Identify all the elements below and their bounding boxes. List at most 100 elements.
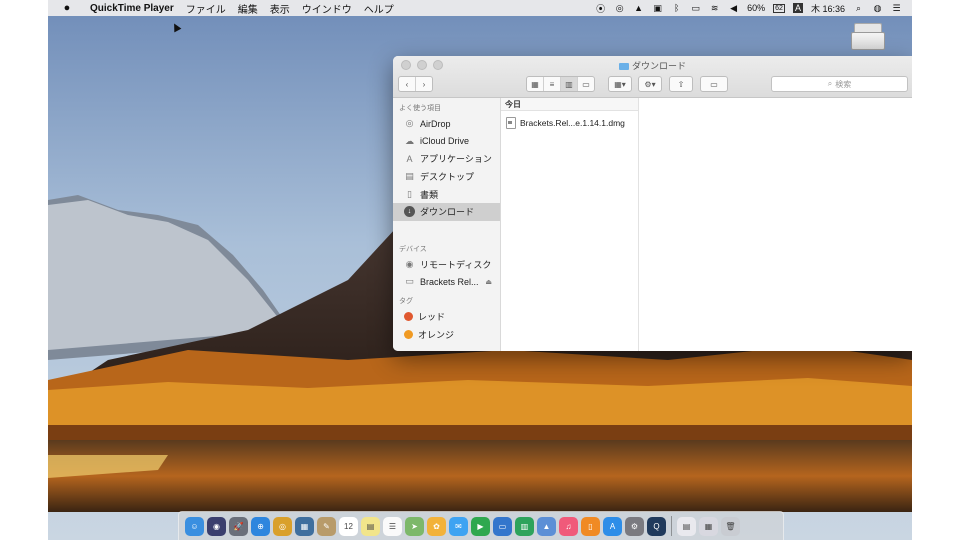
disc-icon: ◉ bbox=[405, 258, 414, 269]
cloud-icon: ☁ bbox=[405, 135, 414, 146]
finder-icon[interactable]: ☺ bbox=[185, 516, 204, 536]
folder-icon bbox=[618, 63, 629, 71]
user-icon[interactable]: ◍ bbox=[872, 3, 883, 14]
reminders-icon[interactable]: ☰ bbox=[383, 516, 402, 536]
list-view-button[interactable]: ≡ bbox=[544, 77, 561, 91]
finder-titlebar: ダウンロード ‹ › ▦ ≡ ▥ ▭ ▦▾ ⚙▾ ⇧ ▭ ⌕ 検索 bbox=[393, 56, 912, 98]
sidebar-item-label: リモートディスク bbox=[420, 259, 492, 270]
trash-icon[interactable]: 🗑 bbox=[721, 516, 740, 536]
sidebar-item-documents[interactable]: ▯ 書類 bbox=[393, 185, 500, 203]
safari-icon[interactable]: ⊕ bbox=[251, 516, 270, 536]
siri-icon[interactable]: ◉ bbox=[207, 516, 226, 536]
app-store-icon[interactable]: A bbox=[603, 516, 622, 536]
action-button[interactable]: ⚙▾ bbox=[638, 76, 662, 92]
keynote-podium-icon[interactable]: ▲ bbox=[537, 516, 556, 536]
system-preferences-icon[interactable]: ⚙ bbox=[625, 516, 644, 536]
chrome-icon[interactable]: ◎ bbox=[273, 516, 292, 536]
volume-icon[interactable]: ◀ bbox=[728, 3, 739, 14]
sidebar-item-label: レッド bbox=[418, 312, 446, 323]
search-placeholder: 検索 bbox=[835, 79, 852, 89]
tag-icon: ▭ bbox=[710, 79, 718, 89]
apple-menu-icon[interactable]: ● bbox=[60, 2, 74, 14]
sidebar-item-tag-orange[interactable]: オレンジ bbox=[393, 325, 500, 343]
group-button[interactable]: ▦▾ bbox=[608, 76, 632, 92]
back-button[interactable]: ‹ bbox=[399, 77, 416, 91]
messages-icon[interactable]: ✉ bbox=[449, 516, 468, 536]
menu-window[interactable]: ウインドウ bbox=[296, 1, 358, 16]
sidebar-item-label: Brackets Rel... bbox=[420, 276, 479, 287]
desktop-drive-icon[interactable] bbox=[848, 22, 886, 50]
sidebar-item-airdrop[interactable]: ◎ AirDrop bbox=[393, 115, 500, 133]
sidebar-item-remote-disc[interactable]: ◉ リモートディスク bbox=[393, 256, 500, 274]
column-header: 今日 bbox=[501, 98, 638, 111]
sidebar-item-downloads[interactable]: ↓ ダウンロード bbox=[393, 202, 500, 221]
clock[interactable]: 木 16:36 bbox=[811, 2, 845, 15]
keynote-icon[interactable]: ▭ bbox=[493, 516, 512, 536]
photos-edit-icon[interactable]: ▦ bbox=[295, 516, 314, 536]
drive-body bbox=[851, 32, 885, 50]
dock-separator bbox=[671, 516, 672, 536]
input-method-indicator[interactable]: A bbox=[792, 3, 803, 13]
battery-icon[interactable]: ▭ bbox=[690, 3, 701, 14]
menu-bar: ● QuickTime Player ファイル 編集 表示 ウインドウ ヘルプ … bbox=[48, 0, 912, 16]
sidebar-item-brackets-volume[interactable]: ▭ Brackets Rel... ⏏ bbox=[393, 273, 500, 291]
numbers-icon[interactable]: ▥ bbox=[515, 516, 534, 536]
stickies-icon[interactable]: ▤ bbox=[361, 516, 380, 536]
app-menu[interactable]: QuickTime Player bbox=[84, 3, 180, 14]
bluetooth-icon[interactable]: ᛒ bbox=[671, 3, 682, 14]
download-icon: ↓ bbox=[404, 206, 415, 218]
notes-app-icon[interactable]: ✎ bbox=[317, 516, 336, 536]
column-view-button[interactable]: ▥ bbox=[561, 77, 578, 91]
battery-badge: 62 bbox=[773, 3, 785, 13]
search-field[interactable]: ⌕ 検索 bbox=[771, 76, 908, 92]
gallery-view-button[interactable]: ▭ bbox=[578, 77, 594, 91]
icon-view-button[interactable]: ▦ bbox=[527, 77, 544, 91]
calendar-icon[interactable]: 12 bbox=[339, 516, 358, 536]
music-icon[interactable]: ♫ bbox=[559, 516, 578, 536]
forward-button[interactable]: › bbox=[416, 77, 432, 91]
file-item[interactable]: Brackets.Rel...e.1.14.1.dmg bbox=[501, 115, 638, 131]
sidebar-item-label: アプリケーション bbox=[420, 154, 492, 165]
menu-file[interactable]: ファイル bbox=[180, 1, 232, 16]
search-icon[interactable]: ⌕ bbox=[853, 3, 864, 14]
sidebar-item-label: ダウンロード bbox=[420, 207, 475, 218]
target-icon[interactable]: ◎ bbox=[614, 3, 625, 14]
launchpad-icon[interactable]: 🚀 bbox=[229, 516, 248, 536]
books-icon[interactable]: ▯ bbox=[581, 516, 600, 536]
hat-icon[interactable]: ▲ bbox=[633, 3, 644, 14]
sidebar-item-tag-red[interactable]: レッド bbox=[393, 308, 500, 326]
wifi-icon[interactable]: ≋ bbox=[709, 3, 720, 14]
battery-percent[interactable]: 60% bbox=[747, 3, 765, 13]
share-button[interactable]: ⇧ bbox=[669, 76, 693, 92]
sidebar-item-icloud[interactable]: ☁ iCloud Drive bbox=[393, 133, 500, 151]
favorites-header: よく使う項目 bbox=[399, 105, 441, 112]
menu-view[interactable]: 表示 bbox=[264, 1, 296, 16]
search-icon: ⌕ bbox=[827, 79, 833, 88]
sidebar-item-applications[interactable]: A アプリケーション bbox=[393, 150, 500, 168]
document-icon[interactable]: ▤ bbox=[677, 516, 696, 536]
preview-window-icon[interactable]: ▦ bbox=[699, 516, 718, 536]
tags-header: タグ bbox=[399, 297, 413, 305]
list-icon[interactable]: ☰ bbox=[891, 3, 902, 14]
desktop-screen: ● QuickTime Player ファイル 編集 表示 ウインドウ ヘルプ … bbox=[48, 0, 912, 540]
finder-window: ダウンロード ‹ › ▦ ≡ ▥ ▭ ▦▾ ⚙▾ ⇧ ▭ ⌕ 検索 よく使う項目… bbox=[393, 56, 912, 351]
quicktime-icon[interactable]: Q bbox=[647, 516, 666, 536]
tag-button[interactable]: ▭ bbox=[700, 76, 728, 92]
eject-icon[interactable]: ⏏ bbox=[485, 278, 492, 286]
menu-help[interactable]: ヘルプ bbox=[358, 1, 400, 16]
devices-header: デバイス bbox=[399, 245, 427, 253]
finder-sidebar: よく使う項目 ◎ AirDrop ☁ iCloud Drive A アプリケーシ… bbox=[393, 98, 501, 351]
gear-icon: ⚙▾ bbox=[644, 79, 656, 89]
maps-icon[interactable]: ➤ bbox=[405, 516, 424, 536]
photos-icon[interactable]: ✿ bbox=[427, 516, 446, 536]
group-icon: ▦▾ bbox=[614, 79, 626, 89]
red-tag-icon bbox=[404, 312, 413, 322]
clipboard-icon[interactable]: ▣ bbox=[652, 3, 663, 14]
sidebar-item-desktop[interactable]: ▤ デスクトップ bbox=[393, 168, 500, 186]
sidebar-item-label: AirDrop bbox=[420, 118, 451, 129]
facetime-icon[interactable]: ▶ bbox=[471, 516, 490, 536]
record-icon[interactable]: ⦿ bbox=[595, 3, 606, 14]
menu-edit[interactable]: 編集 bbox=[232, 1, 264, 16]
finder-column: 今日 Brackets.Rel...e.1.14.1.dmg bbox=[501, 98, 639, 351]
